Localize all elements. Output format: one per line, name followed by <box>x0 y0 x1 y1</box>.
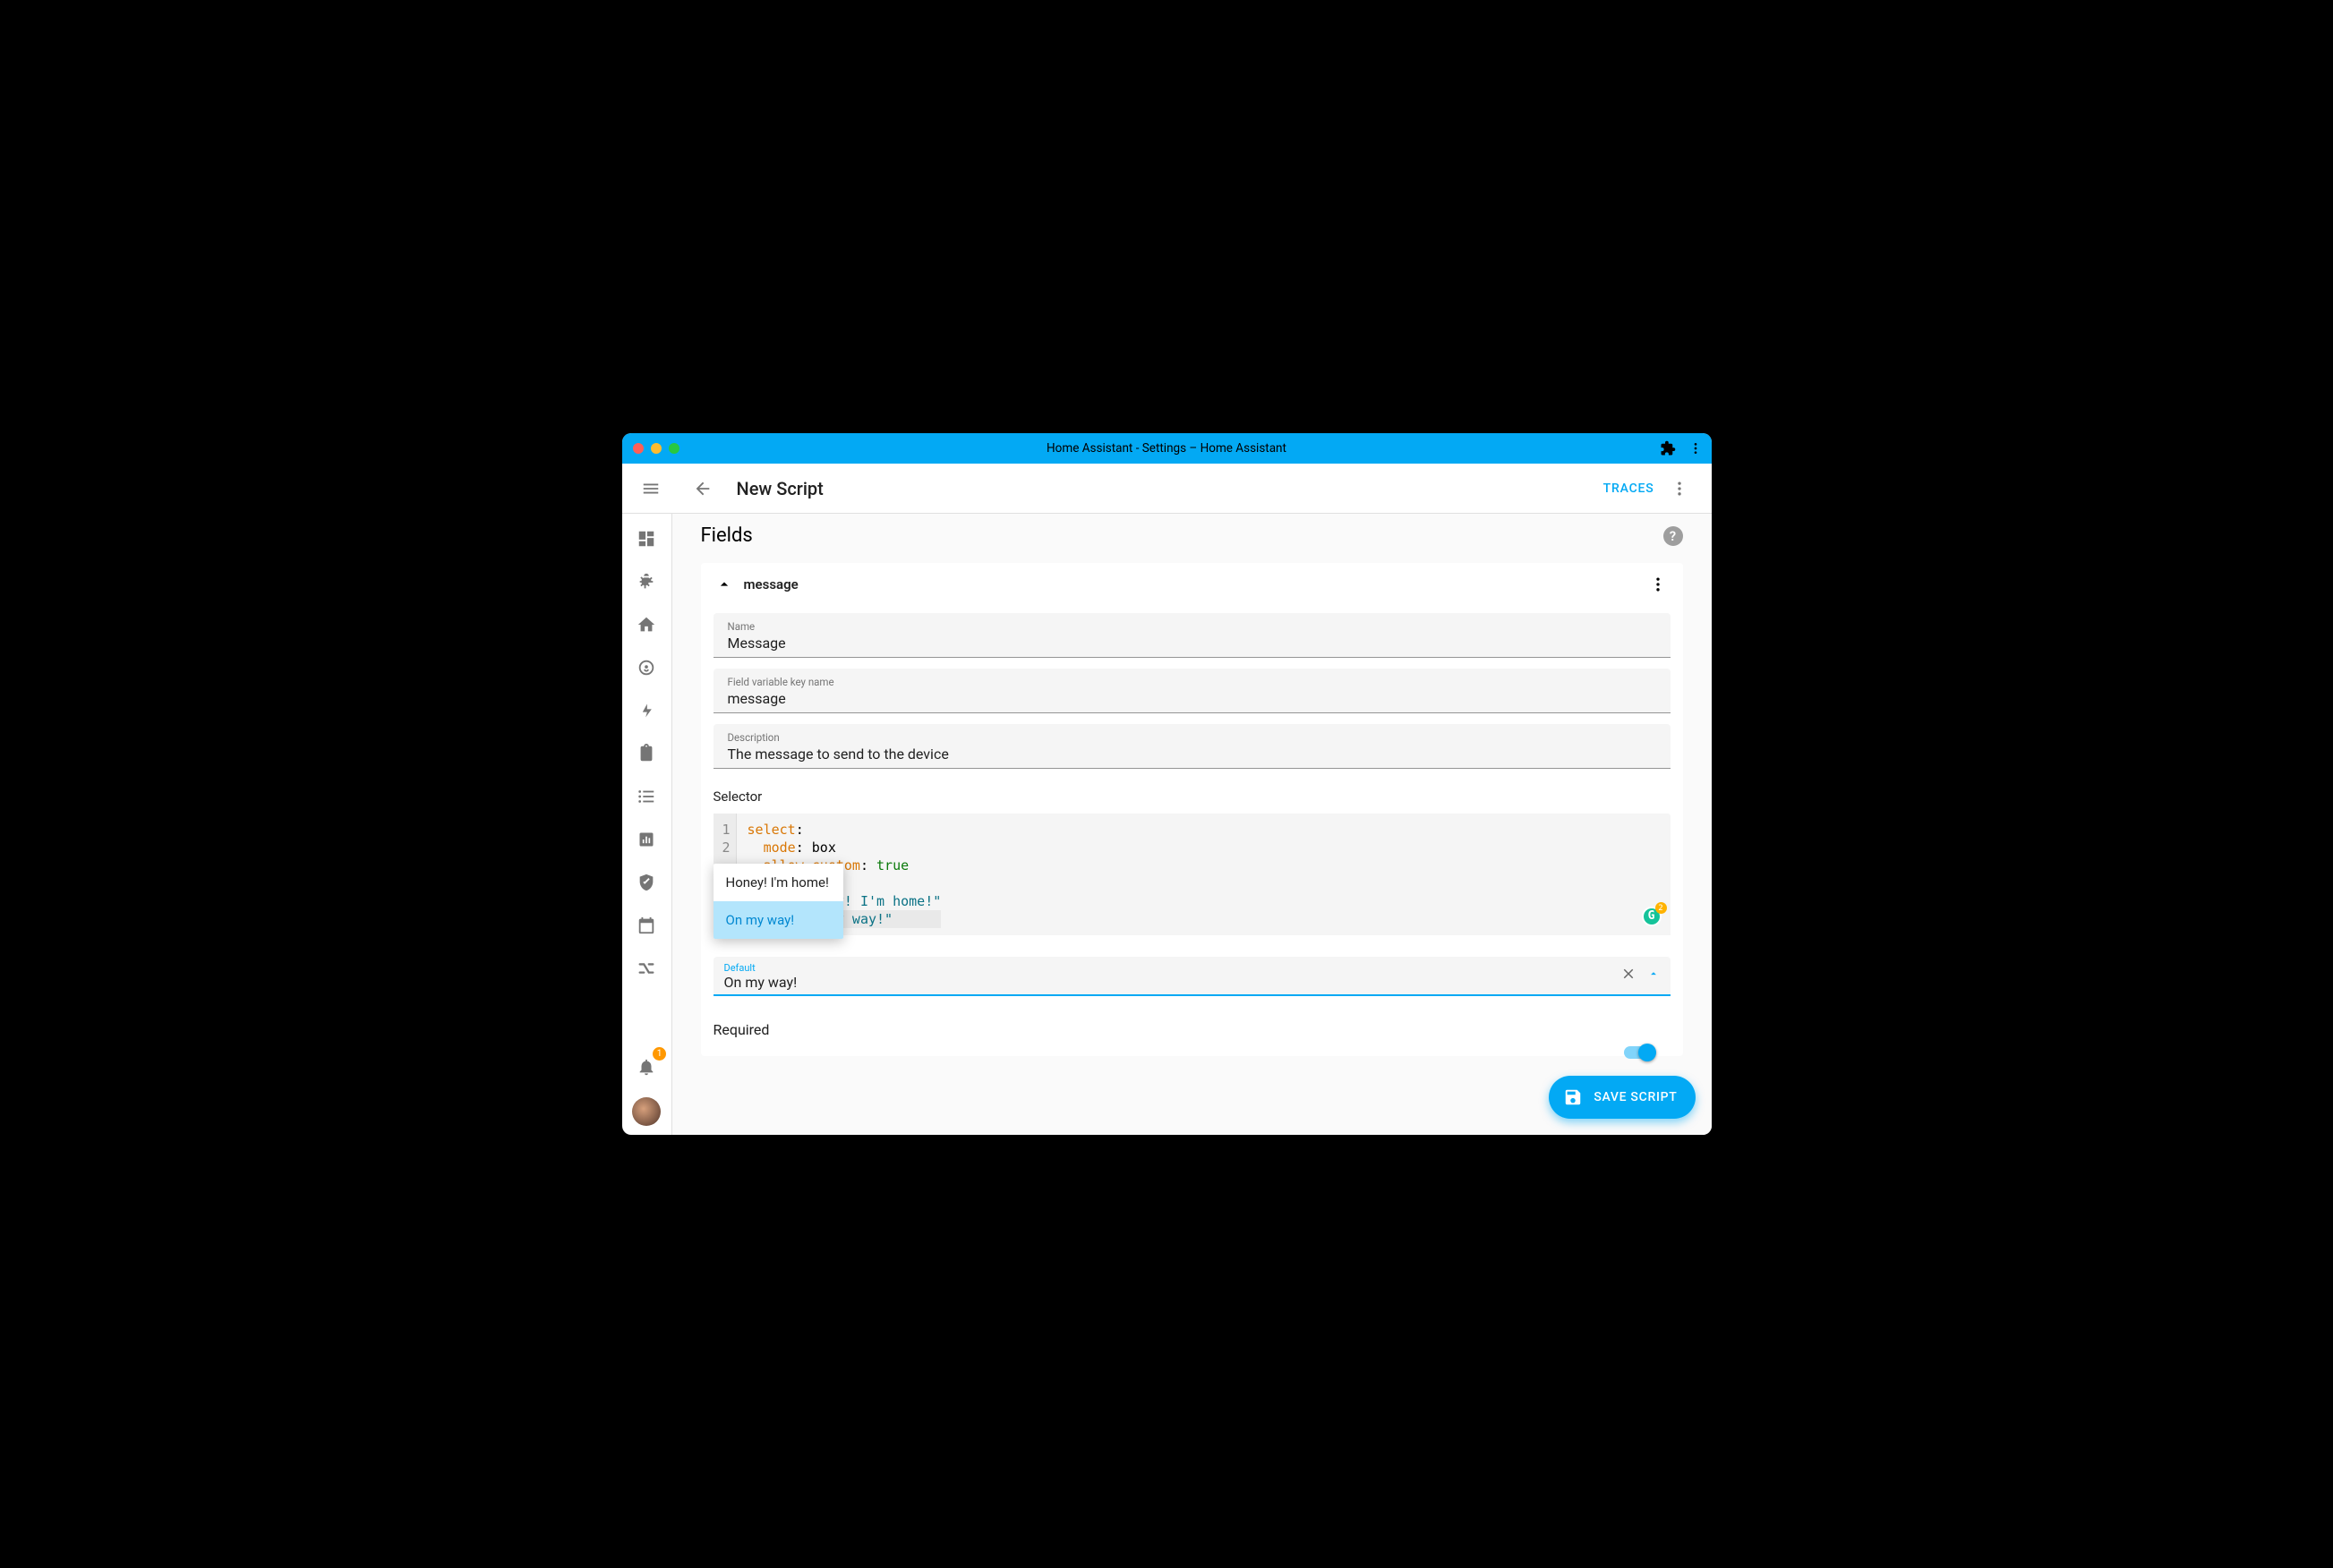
name-field-value: Message <box>728 635 1656 652</box>
user-avatar[interactable] <box>632 1097 661 1126</box>
minimize-window-button[interactable] <box>651 443 662 454</box>
save-icon <box>1563 1087 1583 1107</box>
titlebar: Home Assistant - Settings – Home Assista… <box>622 433 1712 464</box>
selector-label: Selector <box>714 788 1671 805</box>
description-field[interactable]: Description The message to send to the d… <box>714 724 1671 769</box>
key-field-value: message <box>728 690 1656 707</box>
sidebar-item-calendar[interactable] <box>628 908 664 943</box>
default-field[interactable]: Default On my way! <box>714 957 1671 996</box>
sidebar-item-chart[interactable] <box>628 822 664 857</box>
sidebar: 1 <box>622 514 672 1135</box>
sidebar-item-energy[interactable] <box>628 693 664 729</box>
close-window-button[interactable] <box>633 443 644 454</box>
save-script-label: SAVE SCRIPT <box>1594 1090 1677 1104</box>
name-field[interactable]: Name Message <box>714 613 1671 658</box>
maximize-window-button[interactable] <box>669 443 679 454</box>
save-script-button[interactable]: SAVE SCRIPT <box>1549 1076 1695 1119</box>
name-field-label: Name <box>728 620 1656 633</box>
traffic-lights <box>633 443 679 454</box>
section-header: Fields ? <box>701 514 1683 547</box>
help-icon[interactable]: ? <box>1663 526 1683 546</box>
sidebar-item-clipboard[interactable] <box>628 736 664 771</box>
menu-option-1[interactable]: On my way! <box>714 901 843 939</box>
sidebar-item-shield[interactable] <box>628 865 664 900</box>
notifications-button[interactable]: 1 <box>628 1049 664 1085</box>
page-title: New Script <box>737 478 824 499</box>
sidebar-item-flow[interactable] <box>628 950 664 986</box>
menu-toggle-button[interactable] <box>633 471 669 507</box>
key-field-label: Field variable key name <box>728 676 1656 688</box>
dropdown-caret-icon[interactable] <box>1647 967 1660 980</box>
traces-button[interactable]: TRACES <box>1603 481 1654 496</box>
default-field-label: Default <box>724 962 1660 974</box>
extension-icon[interactable] <box>1660 440 1676 456</box>
sidebar-item-bug[interactable] <box>628 564 664 600</box>
chevron-up-icon[interactable] <box>715 575 733 593</box>
header-overflow-button[interactable] <box>1662 471 1697 507</box>
browser-menu-icon[interactable] <box>1688 441 1703 456</box>
sidebar-item-home[interactable] <box>628 607 664 643</box>
menu-option-0[interactable]: Honey! I'm home! <box>714 864 843 901</box>
back-button[interactable] <box>685 471 721 507</box>
default-field-value: On my way! <box>724 974 1660 991</box>
required-label: Required <box>714 1021 1671 1038</box>
field-card: message Name Message Field variable key … <box>701 563 1683 1056</box>
app-body: 1 Fields ? <box>622 514 1712 1135</box>
description-field-value: The message to send to the device <box>728 746 1656 763</box>
section-title: Fields <box>701 524 753 547</box>
sidebar-item-dashboard[interactable] <box>628 521 664 557</box>
required-switch[interactable] <box>1624 1044 1656 1061</box>
titlebar-extensions <box>1660 440 1703 456</box>
clear-icon[interactable] <box>1620 966 1637 982</box>
default-options-menu: Honey! I'm home! On my way! <box>714 864 843 939</box>
key-field[interactable]: Field variable key name message <box>714 669 1671 713</box>
yaml-editor[interactable]: 1 2 select: mode: box allow_custom: true… <box>714 814 1671 935</box>
description-field-label: Description <box>728 731 1656 744</box>
sidebar-item-list[interactable] <box>628 779 664 814</box>
field-card-overflow-button[interactable] <box>1649 575 1667 593</box>
notification-badge: 1 <box>653 1047 666 1061</box>
app-header: New Script TRACES <box>622 464 1712 514</box>
field-card-title: message <box>744 576 799 592</box>
window-title: Home Assistant - Settings – Home Assista… <box>1047 441 1286 456</box>
main-content: Fields ? message <box>672 514 1712 1135</box>
grammarly-count: 2 <box>1655 902 1667 914</box>
sidebar-item-brain[interactable] <box>628 650 664 686</box>
macos-window: Home Assistant - Settings – Home Assista… <box>622 433 1712 1135</box>
